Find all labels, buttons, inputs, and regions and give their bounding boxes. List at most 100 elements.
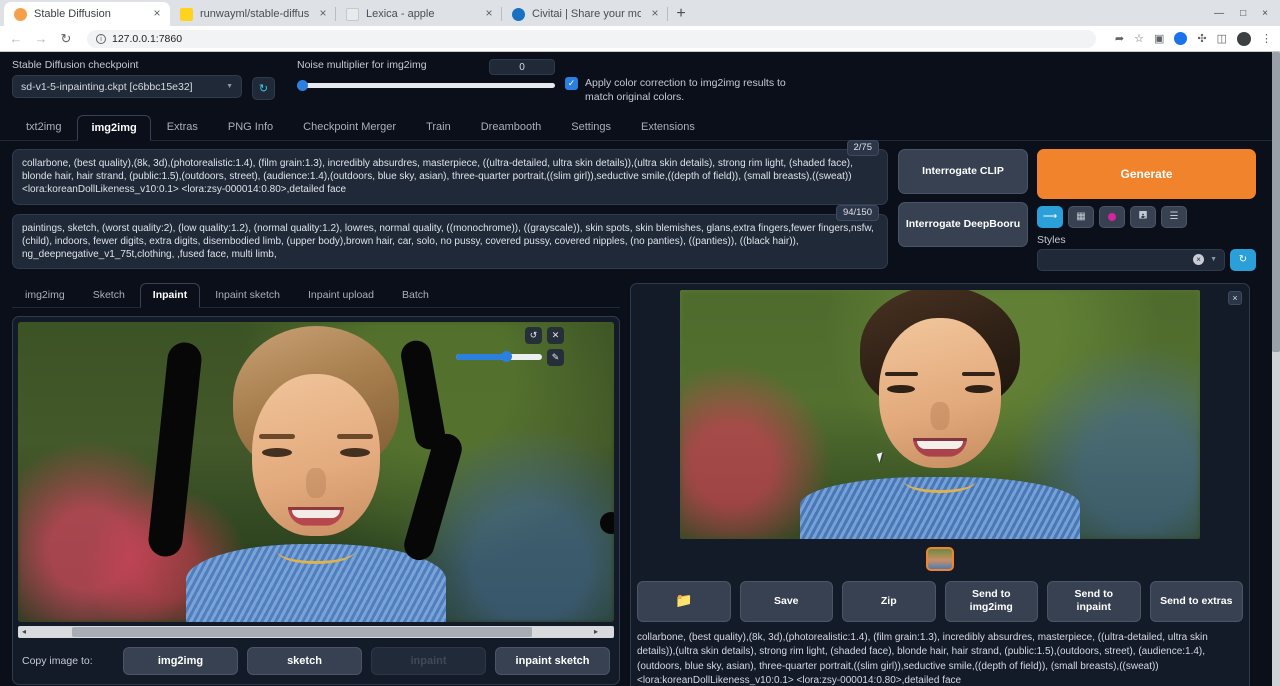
save-button[interactable]: Save bbox=[739, 580, 833, 622]
gallery-thumbnail-strip bbox=[637, 546, 1243, 571]
window-maximize-icon[interactable]: □ bbox=[1240, 8, 1246, 19]
read-generation-params-icon[interactable] bbox=[1099, 205, 1125, 228]
restore-progress-icon[interactable]: ⟶ bbox=[1037, 205, 1063, 228]
scrollbar-thumb[interactable] bbox=[72, 626, 532, 637]
workspace-row: img2img Sketch Inpaint Inpaint sketch In… bbox=[0, 271, 1280, 686]
bookmark-star-icon[interactable]: ☆ bbox=[1134, 32, 1144, 45]
page-scrollbar[interactable] bbox=[1272, 52, 1280, 686]
gallery-thumbnail[interactable] bbox=[926, 546, 954, 571]
copy-to-sketch-button[interactable]: sketch bbox=[247, 646, 362, 675]
send-to-extras-button[interactable]: Send to extras bbox=[1149, 580, 1243, 622]
extension-circle-icon[interactable] bbox=[1174, 32, 1188, 45]
subtab-inpaint-upload[interactable]: Inpaint upload bbox=[295, 283, 387, 307]
tab-extras[interactable]: Extras bbox=[153, 114, 212, 140]
positive-prompt-input[interactable]: 2/75 collarbone, (best quality),(8k, 3d)… bbox=[12, 139, 888, 205]
generate-button[interactable]: Generate bbox=[1037, 148, 1256, 199]
scroll-left-icon[interactable]: ◂ bbox=[18, 627, 30, 636]
tab-close-icon[interactable]: × bbox=[150, 7, 164, 21]
checkpoint-select[interactable]: sd-v1-5-inpainting.ckpt [c6bbc15e32] ▼ bbox=[12, 75, 242, 98]
generated-portrait bbox=[800, 289, 1080, 539]
noise-multiplier-label: Noise multiplier for img2img bbox=[297, 59, 427, 71]
browser-tab-2[interactable]: Lexica - apple × bbox=[336, 2, 502, 26]
share-icon[interactable]: ➦ bbox=[1115, 32, 1124, 45]
forward-icon[interactable]: → bbox=[33, 31, 49, 46]
undo-icon[interactable]: ↺ bbox=[525, 326, 542, 344]
browser-tab-1[interactable]: runwayml/stable-diffusion-inpa × bbox=[170, 2, 336, 26]
send-to-inpaint-button[interactable]: Send to inpaint bbox=[1047, 580, 1141, 622]
refresh-checkpoints-button[interactable]: ↻ bbox=[252, 77, 275, 100]
brush-icon[interactable]: ✎ bbox=[547, 348, 564, 366]
noise-multiplier-value[interactable]: 0 bbox=[489, 59, 555, 75]
tab-txt2img[interactable]: txt2img bbox=[12, 114, 75, 140]
interrogate-clip-button[interactable]: Interrogate CLIP bbox=[898, 148, 1028, 194]
window-close-icon[interactable]: × bbox=[1262, 8, 1268, 19]
browser-tab-0[interactable]: Stable Diffusion × bbox=[4, 2, 170, 26]
tab-img2img[interactable]: img2img bbox=[77, 114, 151, 141]
screenshot-icon[interactable]: ▣ bbox=[1154, 32, 1164, 45]
inpaint-canvas-panel: ↺ ✕ ✎ ◂ ▸ Copy image to: img2img sketch … bbox=[12, 315, 620, 685]
tab-dreambooth[interactable]: Dreambooth bbox=[467, 114, 556, 140]
inpaint-canvas[interactable]: ↺ ✕ ✎ bbox=[18, 321, 614, 622]
noise-multiplier-slider[interactable] bbox=[297, 80, 555, 91]
new-tab-button[interactable]: + bbox=[668, 2, 694, 26]
subtab-sketch[interactable]: Sketch bbox=[80, 283, 138, 307]
browser-tab-bar: Stable Diffusion × runwayml/stable-diffu… bbox=[0, 0, 1280, 26]
copy-to-inpaint-sketch-button[interactable]: inpaint sketch bbox=[495, 646, 610, 675]
open-folder-button[interactable]: 📁 bbox=[637, 580, 731, 622]
negative-prompt-input[interactable]: 94/150 paintings, sketch, (worst quality… bbox=[12, 204, 888, 270]
clear-prompt-icon[interactable]: ▦ bbox=[1068, 205, 1094, 228]
portrait-eyebrow-right bbox=[337, 433, 373, 439]
portrait-necklace bbox=[277, 538, 355, 564]
subtab-inpaint-sketch[interactable]: Inpaint sketch bbox=[202, 283, 293, 307]
tab-png-info[interactable]: PNG Info bbox=[214, 114, 287, 140]
split-view-icon[interactable]: ◫ bbox=[1217, 32, 1227, 45]
interrogate-deepbooru-button[interactable]: Interrogate DeepBooru bbox=[898, 201, 1028, 247]
window-minimize-icon[interactable]: — bbox=[1214, 8, 1224, 19]
prompt-and-actions-row: 2/75 collarbone, (best quality),(8k, 3d)… bbox=[0, 139, 1280, 271]
page-scrollbar-thumb[interactable] bbox=[1272, 52, 1280, 352]
color-correction-checkbox[interactable]: ✓ bbox=[565, 77, 578, 90]
portrait-eye-right bbox=[340, 447, 370, 457]
tab-checkpoint-merger[interactable]: Checkpoint Merger bbox=[289, 114, 410, 140]
tab-settings[interactable]: Settings bbox=[557, 114, 625, 140]
tab-close-icon[interactable]: × bbox=[482, 7, 496, 21]
tab-extensions[interactable]: Extensions bbox=[627, 114, 709, 140]
close-gallery-icon[interactable]: × bbox=[1228, 290, 1242, 305]
subtab-batch[interactable]: Batch bbox=[389, 283, 442, 307]
copy-to-inpaint-button: inpaint bbox=[371, 646, 486, 675]
main-tab-bar: txt2img img2img Extras PNG Info Checkpoi… bbox=[0, 114, 1280, 141]
color-correction-option[interactable]: ✓ Apply color correction to img2img resu… bbox=[565, 77, 795, 105]
extension-puzzle-icon[interactable]: ✣ bbox=[1197, 32, 1206, 45]
brush-size-slider[interactable] bbox=[456, 351, 542, 363]
canvas-horizontal-scrollbar[interactable]: ◂ ▸ bbox=[18, 625, 614, 638]
generated-eye-right bbox=[965, 384, 993, 393]
zip-button[interactable]: Zip bbox=[842, 580, 936, 622]
save-style-icon[interactable]: 🖪 bbox=[1130, 205, 1156, 228]
reload-icon[interactable]: ↻ bbox=[58, 31, 74, 47]
address-bar[interactable]: i 127.0.0.1:7860 bbox=[87, 29, 1096, 48]
chevron-down-icon: ▼ bbox=[1210, 256, 1217, 264]
apply-style-icon[interactable]: ☰ bbox=[1161, 205, 1187, 228]
tab-close-icon[interactable]: × bbox=[648, 7, 662, 21]
browser-tab-3[interactable]: Civitai | Share your models × bbox=[502, 2, 668, 26]
copy-image-label: Copy image to: bbox=[22, 654, 93, 667]
kebab-menu-icon[interactable]: ⋮ bbox=[1261, 32, 1272, 45]
subtab-img2img[interactable]: img2img bbox=[12, 283, 78, 307]
tab-close-icon[interactable]: × bbox=[316, 7, 330, 21]
slider-handle[interactable] bbox=[297, 80, 308, 91]
refresh-styles-button[interactable]: ↻ bbox=[1230, 248, 1256, 271]
generated-image[interactable] bbox=[680, 289, 1200, 539]
brush-slider-handle[interactable] bbox=[500, 351, 512, 363]
generated-eye-left bbox=[887, 384, 915, 393]
copy-to-img2img-button[interactable]: img2img bbox=[123, 646, 238, 675]
back-icon[interactable]: ← bbox=[8, 31, 24, 46]
tab-train[interactable]: Train bbox=[412, 114, 465, 140]
styles-dropdown[interactable]: × ▼ bbox=[1037, 248, 1225, 271]
site-info-icon[interactable]: i bbox=[96, 33, 106, 44]
profile-avatar-icon[interactable] bbox=[1237, 31, 1251, 46]
send-to-img2img-button[interactable]: Send to img2img bbox=[944, 580, 1038, 622]
styles-clear-icon[interactable]: × bbox=[1193, 254, 1205, 266]
subtab-inpaint[interactable]: Inpaint bbox=[139, 282, 201, 308]
clear-canvas-icon[interactable]: ✕ bbox=[547, 326, 564, 344]
scroll-right-icon[interactable]: ▸ bbox=[590, 627, 602, 636]
